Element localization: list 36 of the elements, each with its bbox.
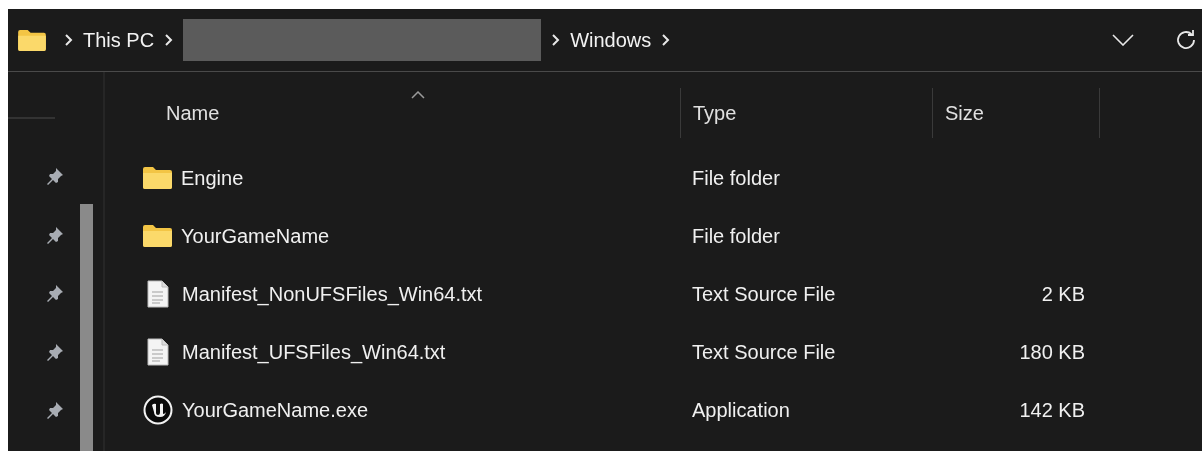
refresh-icon[interactable] [1174, 28, 1198, 52]
file-type: Application [692, 399, 790, 421]
column-header[interactable]: Type [693, 98, 737, 128]
document-icon [147, 338, 169, 366]
scrollbar-thumb[interactable] [80, 204, 93, 451]
file-type: File folder [692, 167, 780, 189]
file-size: 2 KB [1041, 282, 1085, 307]
pin-icon[interactable] [45, 167, 64, 186]
file-type: Text Source File [692, 341, 836, 363]
file-name[interactable]: YourGameName.exe [182, 395, 369, 425]
column-header[interactable]: Size [945, 98, 984, 128]
chevron-right-icon [551, 33, 561, 47]
file-name[interactable]: Manifest_UFSFiles_Win64.txt [182, 337, 446, 367]
file-name[interactable]: YourGameName [181, 221, 330, 251]
chevron-down-icon[interactable] [1112, 34, 1134, 46]
file-size: 142 KB [1019, 398, 1085, 423]
folder-icon [18, 29, 46, 51]
file-name[interactable]: Manifest_NonUFSFiles_Win64.txt [182, 279, 483, 309]
chevron-right-icon [164, 33, 174, 47]
file-type: Text Source File [692, 283, 836, 305]
breadcrumb-item[interactable]: Windows [570, 25, 652, 55]
column-header[interactable]: Name [166, 98, 220, 128]
pin-icon[interactable] [45, 342, 64, 362]
breadcrumb-item[interactable]: This PC [83, 25, 155, 55]
pin-icon[interactable] [45, 401, 64, 420]
file-size: 180 KB [1019, 340, 1085, 365]
file-name[interactable]: Engine [181, 163, 244, 193]
file-type: File folder [692, 225, 780, 247]
chevron-right-icon [661, 33, 671, 47]
document-icon [147, 280, 169, 308]
pin-icon[interactable] [45, 284, 64, 303]
pin-icon[interactable] [45, 225, 64, 245]
app-icon [143, 395, 173, 425]
folder-icon [143, 225, 172, 247]
folder-icon [143, 167, 172, 189]
chevron-right-icon [64, 33, 73, 47]
